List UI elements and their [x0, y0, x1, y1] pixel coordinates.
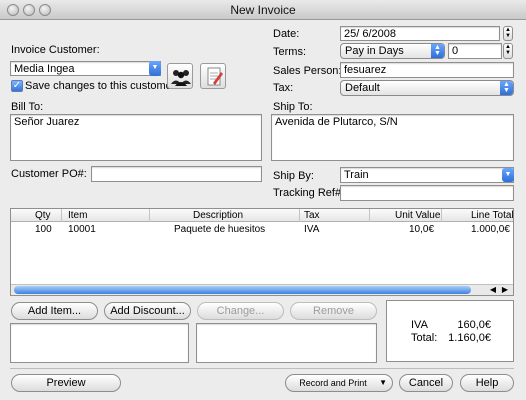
- scroll-right-icon[interactable]: ▶: [502, 285, 508, 295]
- cell-unit-value: 10,0€: [409, 224, 435, 235]
- column-divider: [299, 209, 300, 222]
- notes-right-textarea[interactable]: [196, 323, 377, 363]
- sales-person-label: Sales Person:: [273, 65, 342, 77]
- ship-to-label: Ship To:: [273, 101, 313, 113]
- bill-to-label: Bill To:: [11, 101, 44, 113]
- help-button[interactable]: Help: [460, 374, 514, 392]
- edit-customer-button[interactable]: [200, 63, 226, 89]
- add-item-button[interactable]: Add Item...: [11, 302, 98, 320]
- preview-button[interactable]: Preview: [11, 374, 121, 392]
- column-header-qty[interactable]: Qty: [35, 210, 51, 221]
- chevron-down-icon[interactable]: ▼: [379, 375, 387, 391]
- sales-person-value: fesuarez: [344, 64, 387, 76]
- cell-tax: IVA: [304, 224, 320, 235]
- total-label: Total:: [411, 332, 438, 344]
- record-and-print-button[interactable]: Record and Print ▼: [285, 374, 393, 392]
- title-bar: New Invoice: [0, 0, 526, 20]
- ship-to-value: Avenida de Plutarco, S/N: [275, 116, 398, 128]
- customer-combo[interactable]: Media Ingea: [10, 61, 161, 76]
- column-header-tax[interactable]: Tax: [304, 210, 320, 221]
- terms-popup[interactable]: Pay in Days ▲ ▼: [340, 43, 445, 59]
- terms-selected: Pay in Days: [345, 45, 404, 57]
- add-discount-button[interactable]: Add Discount...: [104, 302, 191, 320]
- people-icon: [171, 70, 191, 86]
- cell-description: Paquete de huesitos: [174, 224, 266, 235]
- items-table[interactable]: Qty Item Description Tax Unit Value Line…: [10, 208, 514, 296]
- tax-name: IVA: [411, 319, 428, 331]
- remove-button[interactable]: Remove: [290, 302, 377, 320]
- record-and-print-label: Record and Print: [299, 378, 367, 388]
- date-value: 25/ 6/2008: [344, 28, 396, 40]
- bill-to-value: Señor Juarez: [14, 116, 80, 128]
- notes-left-textarea[interactable]: [10, 323, 189, 363]
- cell-line-total: 1.000,0€: [471, 224, 510, 235]
- save-changes-label: Save changes to this customer: [25, 80, 176, 92]
- column-divider: [61, 209, 62, 222]
- ship-by-selected: Train: [344, 169, 369, 181]
- totals-panel: IVA 160,0€ Total: 1.160,0€: [386, 300, 514, 362]
- stepper-icon[interactable]: ▲ ▼: [503, 26, 513, 41]
- scrollbar-thumb[interactable]: [14, 286, 471, 294]
- change-button[interactable]: Change...: [197, 302, 284, 320]
- column-header-line-total[interactable]: Line Total: [471, 210, 514, 221]
- column-divider: [441, 209, 442, 222]
- edit-document-icon: [207, 67, 223, 86]
- column-header-unit-value[interactable]: Unit Value: [395, 210, 440, 221]
- sales-person-field[interactable]: fesuarez: [340, 62, 514, 78]
- customer-po-label: Customer PO#:: [11, 168, 87, 180]
- terms-days-value: 0: [452, 45, 459, 57]
- tax-selected: Default: [345, 82, 380, 94]
- chevron-down-icon[interactable]: ▼: [149, 61, 161, 76]
- date-label: Date:: [273, 28, 300, 40]
- cell-item: 10001: [68, 224, 96, 235]
- window-title: New Invoice: [230, 3, 296, 17]
- horizontal-scrollbar[interactable]: ◀ ▶: [11, 284, 513, 295]
- divider: [10, 368, 514, 369]
- tracking-ref-label: Tracking Ref#:: [273, 187, 345, 199]
- invoice-customer-label: Invoice Customer:: [11, 44, 100, 56]
- chevron-up-down-icon: ▲ ▼: [500, 81, 513, 95]
- total-amount: 1.160,0€: [448, 332, 491, 344]
- stepper-icon[interactable]: ▲ ▼: [503, 43, 513, 59]
- terms-label: Terms:: [273, 46, 306, 58]
- tax-label: Tax:: [273, 82, 294, 94]
- date-field[interactable]: 25/ 6/2008: [340, 26, 500, 41]
- ship-by-combo[interactable]: Train: [340, 167, 514, 183]
- column-header-description[interactable]: Description: [193, 210, 243, 221]
- column-divider: [369, 209, 370, 222]
- column-divider: [149, 209, 150, 222]
- ship-by-label: Ship By:: [273, 170, 314, 182]
- customer-po-field[interactable]: [91, 166, 262, 182]
- chevron-down-icon[interactable]: ▼: [502, 168, 514, 182]
- table-header: Qty Item Description Tax Unit Value Line…: [11, 209, 514, 222]
- chevron-up-down-icon: ▲ ▼: [431, 44, 444, 58]
- tracking-ref-field[interactable]: [340, 185, 514, 201]
- bill-to-textarea[interactable]: Señor Juarez: [10, 114, 262, 161]
- terms-days-field[interactable]: 0: [448, 43, 502, 59]
- ship-to-textarea[interactable]: Avenida de Plutarco, S/N: [271, 114, 514, 161]
- scroll-left-icon[interactable]: ◀: [490, 285, 496, 295]
- tax-popup[interactable]: Default ▲ ▼: [340, 80, 514, 96]
- save-changes-checkbox[interactable]: ✓: [11, 80, 23, 92]
- column-header-item[interactable]: Item: [68, 210, 87, 221]
- customers-button[interactable]: [167, 63, 193, 89]
- tax-amount: 160,0€: [457, 319, 491, 331]
- cell-qty: 100: [35, 224, 52, 235]
- cancel-button[interactable]: Cancel: [399, 374, 453, 392]
- customer-combo-value: Media Ingea: [14, 63, 75, 75]
